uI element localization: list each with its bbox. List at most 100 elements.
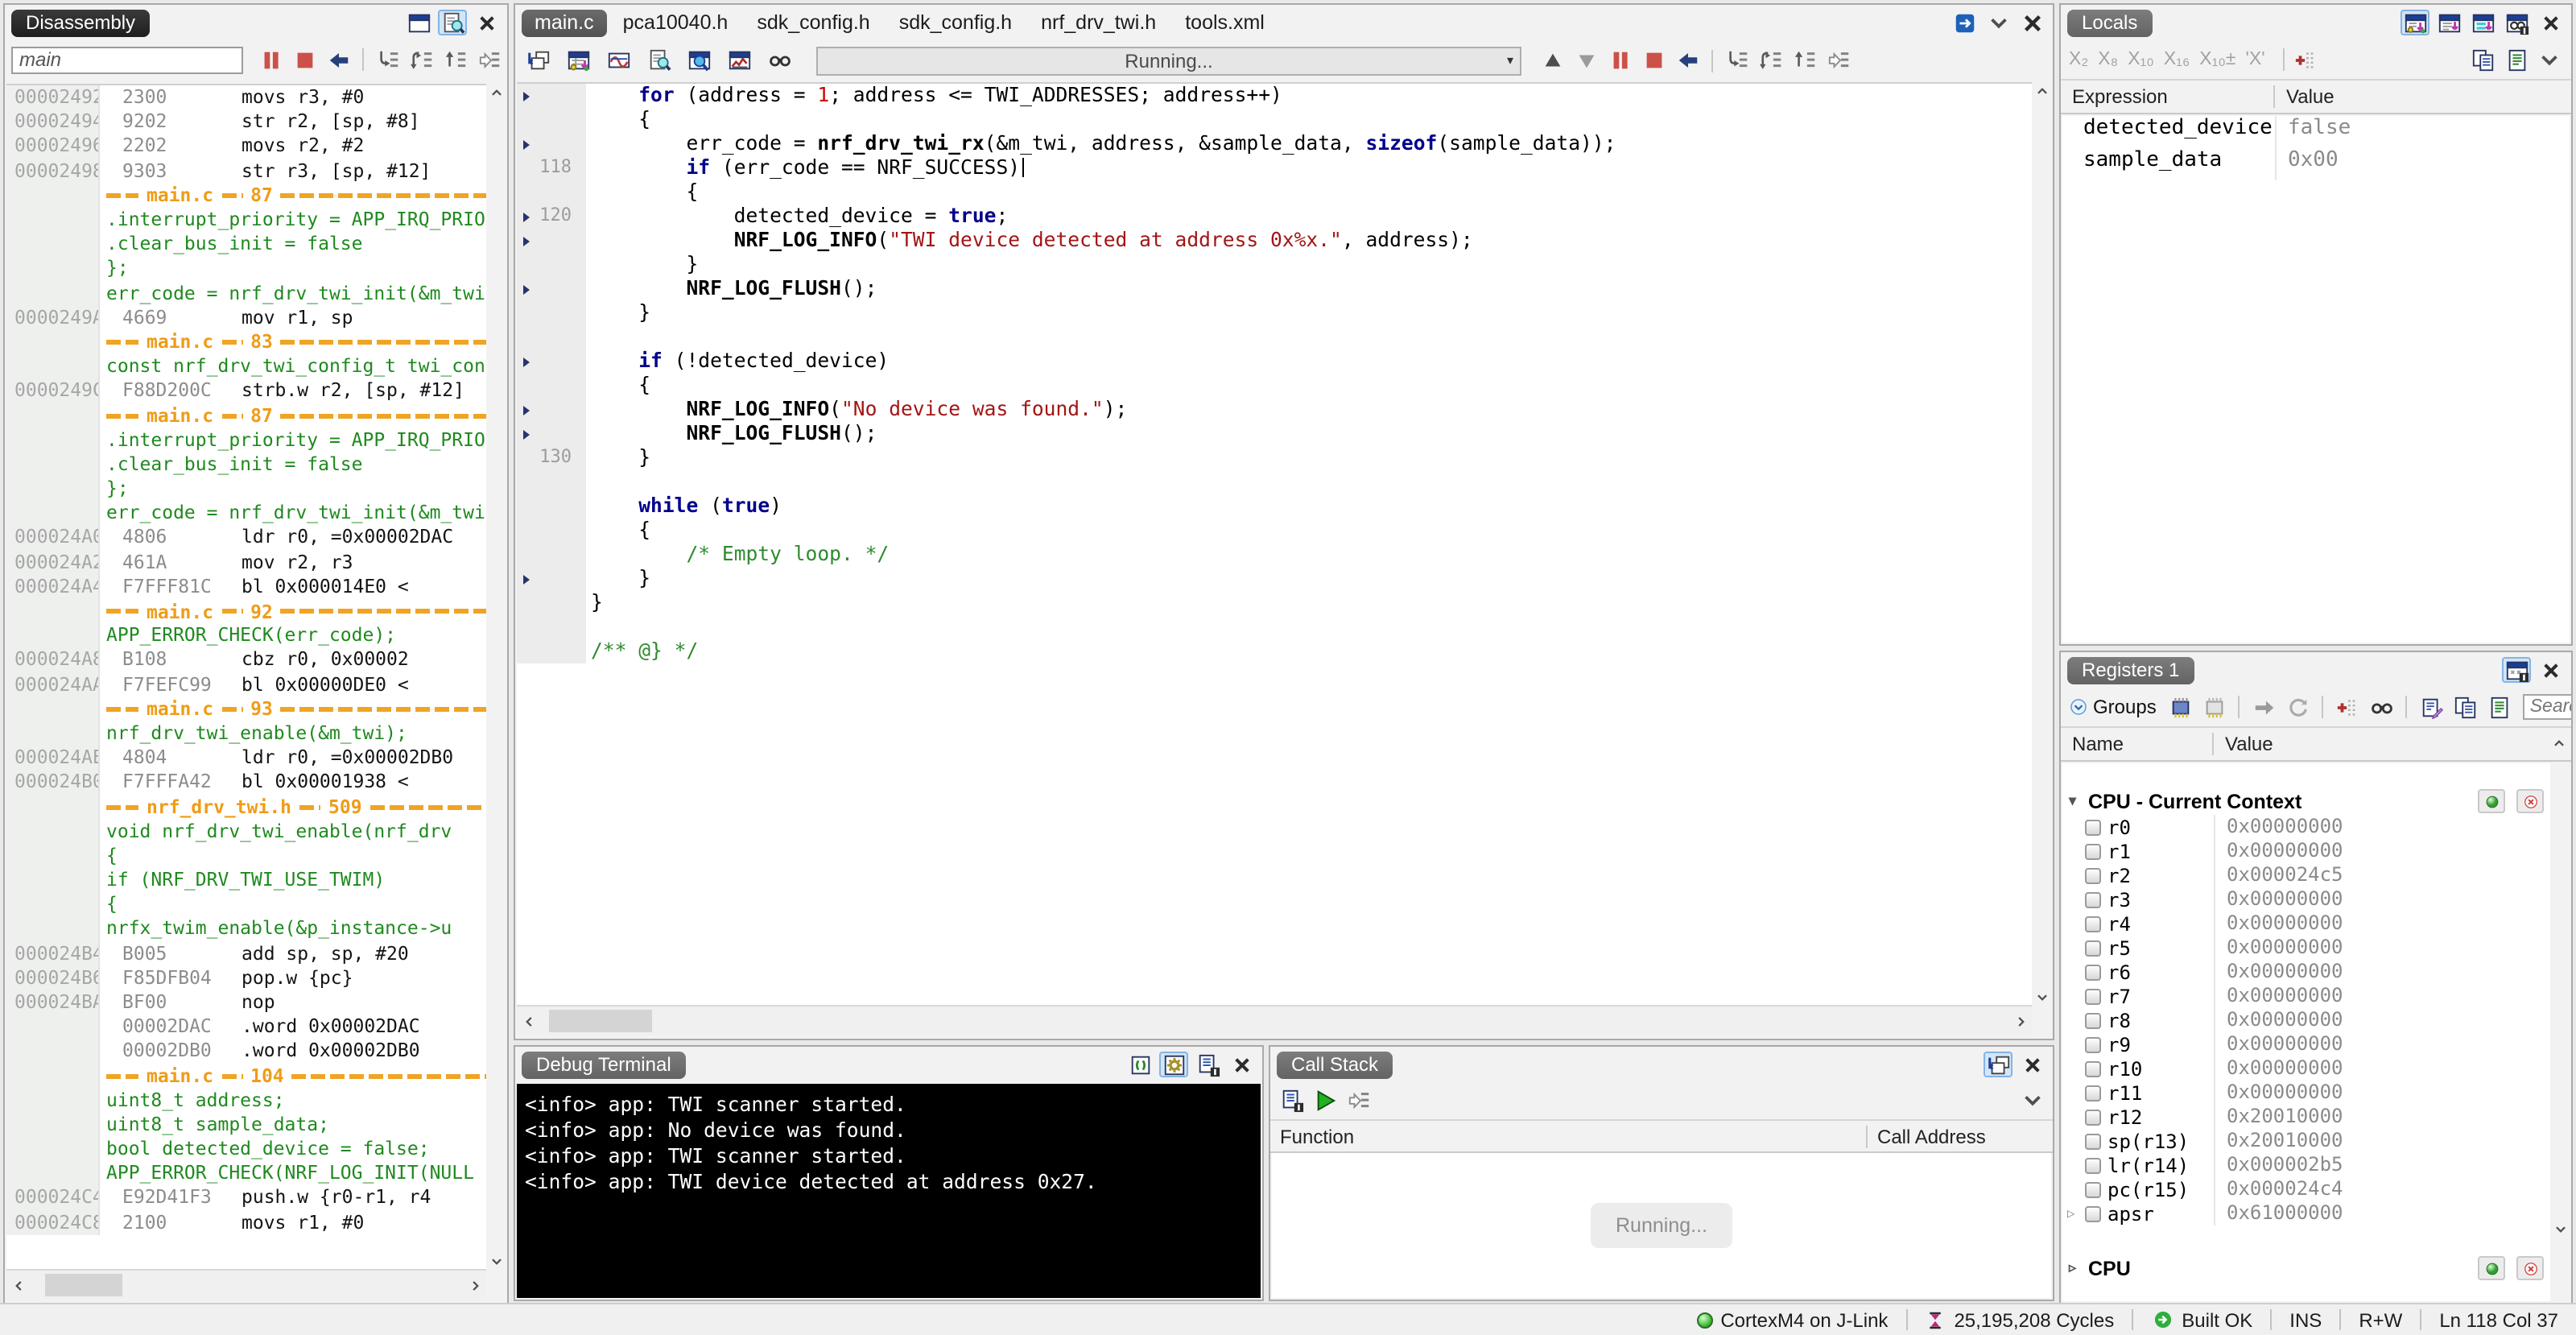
registers-window-icon[interactable]	[2502, 657, 2531, 683]
register-checkbox[interactable]	[2085, 1012, 2101, 1028]
register-row[interactable]: r20x000024c5	[2062, 863, 2550, 887]
disassembly-row[interactable]: {	[6, 892, 486, 916]
register-row[interactable]: lr(r14)0x000002b5	[2062, 1153, 2550, 1177]
disassembly-row[interactable]: 000024AE4804ldr r0, =0x00002DB0	[6, 746, 486, 770]
code-line[interactable]: if (!detected_device)	[517, 349, 2032, 374]
register-row[interactable]: r60x00000000	[2062, 960, 2550, 984]
register-row[interactable]: r110x00000000	[2062, 1081, 2550, 1105]
register-group-header[interactable]: ▹CPU	[2062, 1254, 2550, 1282]
column-value[interactable]: Value	[2273, 85, 2571, 108]
line-number-gutter[interactable]	[517, 591, 586, 615]
chevron-down-icon[interactable]	[1984, 10, 2013, 35]
register-row[interactable]: r10x00000000	[2062, 839, 2550, 863]
add-row-icon[interactable]	[2334, 694, 2363, 720]
code-line[interactable]: }	[517, 591, 2032, 615]
line-number-gutter[interactable]	[517, 615, 586, 639]
chip-gray-icon[interactable]	[2200, 694, 2229, 720]
code-line[interactable]: err_code = nrf_drv_twi_rx(&m_twi, addres…	[517, 132, 2032, 156]
disassembly-row[interactable]: APP_ERROR_CHECK(NRF_LOG_INIT(NULL	[6, 1162, 486, 1186]
tab-tools.xml[interactable]: tools.xml	[1172, 9, 1278, 36]
disassembly-row[interactable]: .interrupt_priority = APP_IRQ_PRIORITY	[6, 208, 486, 232]
line-number-gutter[interactable]	[517, 470, 586, 494]
line-number-gutter[interactable]	[517, 253, 586, 277]
code-line[interactable]	[517, 615, 2032, 639]
report-icon[interactable]	[2502, 47, 2531, 72]
group-disable-icon[interactable]	[2516, 1256, 2544, 1280]
line-number-gutter[interactable]	[517, 132, 586, 156]
step-over-icon[interactable]	[1757, 48, 1785, 73]
pause-icon[interactable]	[256, 47, 285, 72]
tab-sdk_config.h[interactable]: sdk_config.h	[744, 9, 882, 36]
run-icon[interactable]	[1311, 1088, 1340, 1114]
disassembly-row[interactable]: 000024B4B005add sp, sp, #20	[6, 941, 486, 965]
disassembly-row[interactable]: nrfx_twim_enable(&p_instance->u	[6, 917, 486, 941]
stop-icon[interactable]	[290, 47, 319, 72]
disassembly-row[interactable]: 000024922300movs r3, #0	[6, 85, 486, 110]
disassembly-row[interactable]: bool detected_device = false;	[6, 1137, 486, 1161]
disassembly-row[interactable]: void nrf_drv_twi_enable(nrf_drv	[6, 819, 486, 843]
scroll-down-icon[interactable]	[2033, 989, 2050, 1005]
column-name[interactable]: Name	[2061, 733, 2212, 755]
disassembly-row[interactable]: uint8_t sample_data;	[6, 1113, 486, 1137]
line-number-gutter[interactable]	[517, 180, 586, 205]
disassembly-row[interactable]: const nrf_drv_twi_config_t twi_config	[6, 354, 486, 378]
disassembly-row[interactable]: main.c87	[6, 184, 486, 208]
disassembly-filter-input[interactable]	[11, 46, 243, 73]
copy-icon[interactable]	[2451, 694, 2480, 720]
tab-sdk_config.h[interactable]: sdk_config.h	[886, 9, 1025, 36]
step-gray-icon[interactable]	[1344, 1088, 1373, 1114]
disassembly-row[interactable]: main.c83	[6, 330, 486, 354]
line-number-gutter[interactable]	[517, 639, 586, 663]
watch-1-icon[interactable]	[2401, 10, 2429, 35]
register-row[interactable]: pc(r15)0x000024c4	[2062, 1177, 2550, 1201]
group-enabled-icon[interactable]	[2478, 789, 2505, 813]
disassembly-vertical-scrollbar[interactable]	[486, 84, 506, 1269]
disassembly-row[interactable]: if (NRF_DRV_TWI_USE_TWIM)	[6, 868, 486, 892]
disassembly-row[interactable]: 000024962202movs r2, #2	[6, 134, 486, 159]
line-number-gutter[interactable]	[517, 567, 586, 591]
signal-trace-icon[interactable]	[604, 48, 633, 73]
terminal-output[interactable]: <info> app: TWI scanner started.<info> a…	[517, 1084, 1261, 1298]
registers-vertical-scrollbar[interactable]	[2550, 763, 2570, 1301]
code-line[interactable]: for (address = 1; address <= TWI_ADDRESS…	[517, 84, 2032, 108]
code-line[interactable]: NRF_LOG_FLUSH();	[517, 422, 2032, 446]
callstack-options-icon[interactable]	[1277, 1088, 1306, 1114]
disassembly-row[interactable]: 000024A04806ldr r0, =0x00002DAC	[6, 526, 486, 550]
quick-find-icon[interactable]	[684, 48, 713, 73]
disassembly-row[interactable]: 000024949202str r2, [sp, #8]	[6, 110, 486, 134]
register-checkbox[interactable]	[2085, 819, 2101, 835]
column-function[interactable]: Function	[1270, 1125, 1866, 1147]
register-checkbox[interactable]	[2085, 1181, 2101, 1197]
radix-button[interactable]: X₁₀±	[2199, 50, 2235, 69]
radix-button[interactable]: X₈	[2098, 50, 2118, 69]
line-number-gutter[interactable]	[517, 325, 586, 349]
line-number-gutter[interactable]	[517, 543, 586, 567]
disassembly-listing[interactable]: 000024922300movs r3, #0000024949202str r…	[6, 84, 486, 1269]
register-checkbox[interactable]	[2085, 1060, 2101, 1077]
scrollbar-thumb[interactable]	[549, 1010, 652, 1032]
code-line[interactable]: {	[517, 374, 2032, 398]
code-line[interactable]: NRF_LOG_INFO("No device was found.");	[517, 398, 2032, 422]
register-checkbox[interactable]	[2085, 915, 2101, 932]
code-line[interactable]: {	[517, 519, 2032, 543]
code-line[interactable]: 130 }	[517, 446, 2032, 470]
disassembly-row[interactable]: 000024BABF00nop	[6, 990, 486, 1015]
register-row[interactable]: r00x00000000	[2062, 815, 2550, 839]
disassembly-row[interactable]: 000024AAF7FEFC99bl 0x00000DE0 <	[6, 672, 486, 696]
add-watch-icon[interactable]	[2293, 47, 2322, 72]
watch-3-icon[interactable]	[2468, 10, 2497, 35]
radix-button[interactable]: X₁₆	[2164, 50, 2190, 69]
report-icon[interactable]	[2485, 694, 2514, 720]
groups-dropdown[interactable]: Groups	[2067, 694, 2157, 720]
editor-options-icon[interactable]	[1950, 10, 1979, 35]
code-line[interactable]	[517, 470, 2032, 494]
disassembly-row[interactable]: 000024989303str r3, [sp, #12]	[6, 159, 486, 183]
tab-main.c[interactable]: main.c	[522, 9, 607, 36]
disassembly-row[interactable]: err_code = nrf_drv_twi_init(&m_twi	[6, 281, 486, 305]
execution-profile-icon[interactable]	[724, 48, 753, 73]
tab-nrf_drv_twi.h[interactable]: nrf_drv_twi.h	[1028, 9, 1169, 36]
line-number-gutter[interactable]	[517, 229, 586, 253]
disassembly-row[interactable]: nrf_drv_twi.h509	[6, 795, 486, 819]
disassembly-row[interactable]: main.c87	[6, 403, 486, 428]
register-row[interactable]: r30x00000000	[2062, 887, 2550, 911]
